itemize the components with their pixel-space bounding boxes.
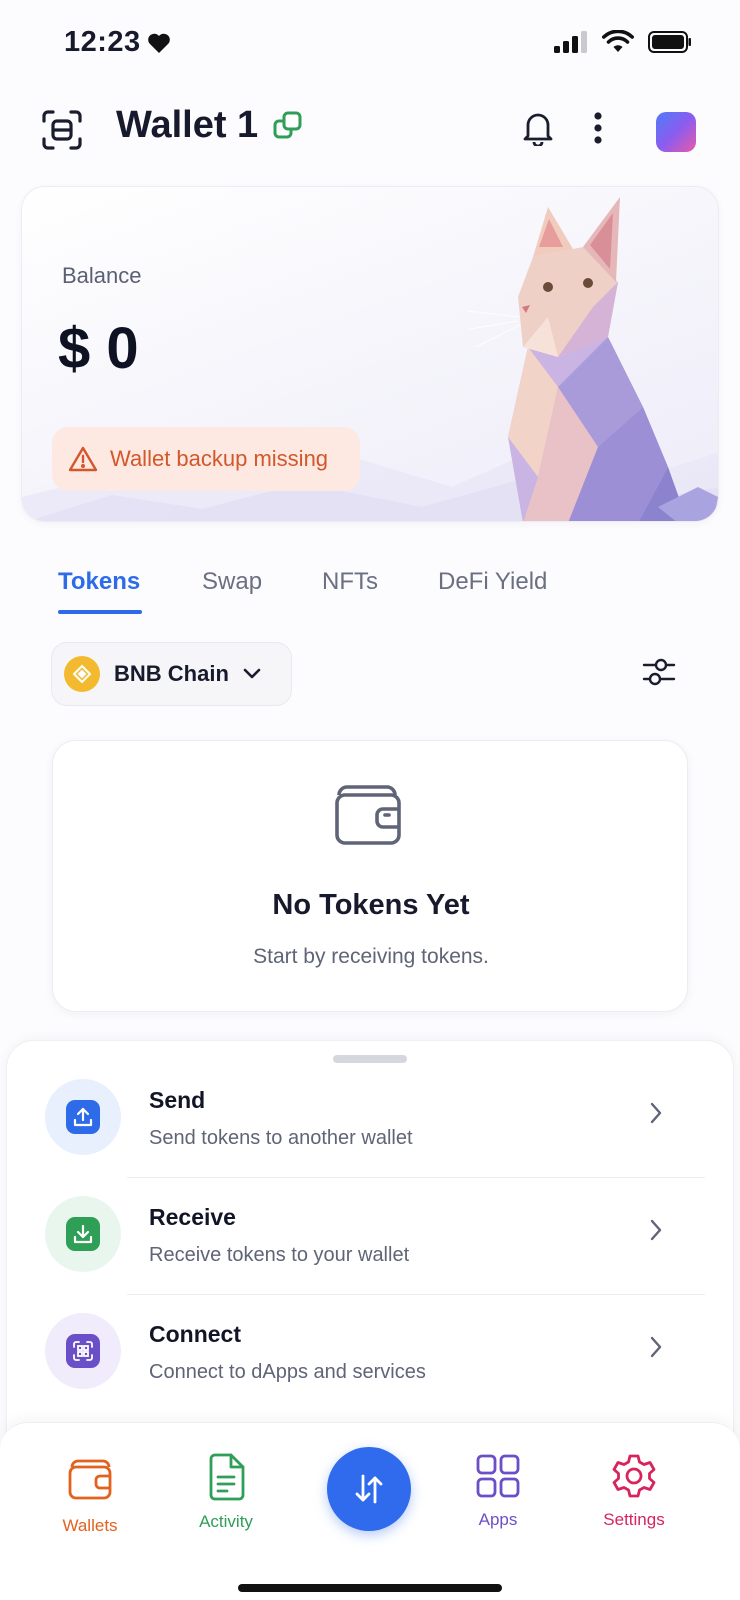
- empty-state-subtitle: Start by receiving tokens.: [253, 945, 489, 968]
- nav-settings[interactable]: Settings: [574, 1453, 694, 1530]
- active-tab-indicator: [58, 610, 142, 614]
- chain-selector[interactable]: BNB Chain: [51, 642, 292, 706]
- notifications-button[interactable]: [522, 110, 554, 151]
- status-time: 12:23: [64, 26, 171, 59]
- tab-nfts[interactable]: NFTs: [322, 568, 438, 596]
- action-send[interactable]: Send Send tokens to another wallet: [7, 1041, 735, 1159]
- receive-subtitle: Receive tokens to your wallet: [149, 1244, 410, 1266]
- cat-illustration: [467, 197, 718, 521]
- scan-wallet-button[interactable]: [40, 108, 84, 152]
- receive-title: Receive: [149, 1204, 236, 1230]
- heart-icon: [147, 33, 170, 53]
- scan-icon: [42, 110, 82, 150]
- chevron-down-icon: [243, 668, 261, 679]
- more-vertical-icon: [594, 112, 602, 144]
- chevron-right-icon: [650, 1102, 662, 1124]
- balance-label: Balance: [62, 263, 142, 288]
- nav-settings-label: Settings: [603, 1510, 665, 1529]
- action-receive[interactable]: Receive Receive tokens to your wallet: [7, 1158, 735, 1276]
- asset-tabs: Tokens Swap NFTs DeFi Yield: [58, 568, 578, 596]
- balance-amount: $ 0: [58, 316, 139, 381]
- nav-apps[interactable]: Apps: [438, 1453, 558, 1530]
- nav-activity[interactable]: Activity: [166, 1453, 286, 1532]
- clock-label: 12:23: [64, 26, 141, 58]
- action-connect[interactable]: Connect Connect to dApps and services: [7, 1275, 735, 1393]
- tokens-empty-state: No Tokens Yet Start by receiving tokens.: [52, 740, 688, 1012]
- chevron-right-icon: [650, 1336, 662, 1358]
- home-indicator: [238, 1584, 502, 1592]
- nav-wallets[interactable]: Wallets: [30, 1457, 150, 1536]
- wallet-name: Wallet 1: [116, 104, 259, 146]
- gear-icon: [612, 1454, 656, 1498]
- connect-icon-container: [45, 1313, 121, 1389]
- backup-warning-text: Wallet backup missing: [110, 446, 329, 471]
- status-icons: [554, 30, 692, 54]
- bottom-navigation: Wallets Activity Apps Settings: [0, 1422, 740, 1600]
- battery-icon: [648, 31, 691, 53]
- send-title: Send: [149, 1087, 206, 1113]
- balance-card: Balance $ 0 Wallet backup missing: [21, 186, 719, 522]
- signal-icon: [554, 31, 587, 53]
- nav-wallets-label: Wallets: [62, 1516, 118, 1535]
- receive-icon-container: [45, 1196, 121, 1272]
- more-options-button[interactable]: [594, 112, 602, 149]
- document-icon: [209, 1453, 245, 1501]
- actions-sheet: Send Send tokens to another wallet Recei…: [6, 1040, 734, 1440]
- connect-title: Connect: [149, 1321, 241, 1347]
- tab-swap[interactable]: Swap: [202, 568, 322, 596]
- bell-icon: [523, 113, 553, 148]
- send-subtitle: Send tokens to another wallet: [149, 1127, 413, 1149]
- empty-state-title: No Tokens Yet: [272, 889, 470, 921]
- nav-apps-label: Apps: [478, 1510, 518, 1529]
- swap-arrows-icon: [355, 1474, 383, 1504]
- swap-fab-button[interactable]: [327, 1447, 411, 1531]
- download-icon: [66, 1217, 100, 1251]
- send-icon-container: [45, 1079, 121, 1155]
- wifi-icon: [602, 30, 634, 52]
- warning-icon: [68, 446, 98, 472]
- grid-icon: [476, 1454, 520, 1498]
- profile-avatar[interactable]: [656, 112, 696, 152]
- filter-button[interactable]: [642, 655, 676, 694]
- upload-icon: [66, 1100, 100, 1134]
- nav-activity-label: Activity: [199, 1512, 253, 1531]
- sliders-icon: [642, 658, 676, 686]
- wallet-icon: [68, 1459, 112, 1500]
- chain-name: BNB Chain: [114, 661, 229, 686]
- chevron-right-icon: [650, 1219, 662, 1241]
- backup-warning-banner[interactable]: Wallet backup missing: [52, 427, 360, 491]
- tab-tokens[interactable]: Tokens: [58, 568, 202, 596]
- copy-icon[interactable]: [272, 110, 304, 142]
- connect-subtitle: Connect to dApps and services: [149, 1361, 426, 1383]
- tab-defi-yield[interactable]: DeFi Yield: [438, 568, 578, 596]
- bnb-chain-icon: [64, 656, 100, 692]
- wallet-selector[interactable]: Wallet 1: [116, 104, 304, 147]
- wallet-empty-icon: [335, 785, 401, 845]
- qr-scan-icon: [66, 1334, 100, 1368]
